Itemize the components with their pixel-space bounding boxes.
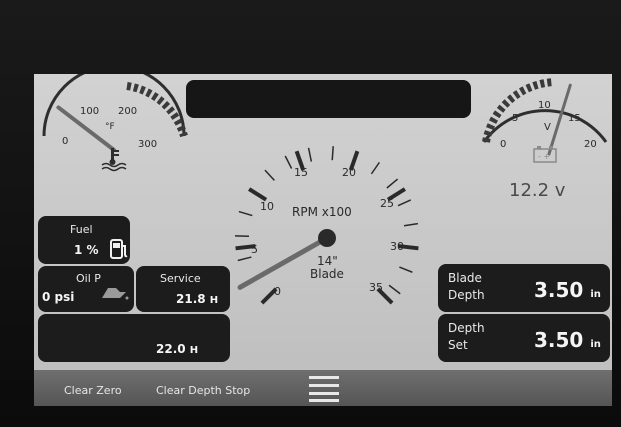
volt-tick-5: 5 [512,113,518,124]
rpm-minor-tick [386,178,399,189]
hours-panel: 22.0 H [38,314,230,362]
service-panel: Service 21.8 H [136,266,230,312]
depth-set-panel[interactable]: Depth Set 3.50 in [438,314,610,362]
oil-can-icon [102,288,129,300]
blade-depth-label-1: Blade [448,271,482,285]
coolant-temp-icon [101,148,127,172]
oil-pressure-value: 0 psi [42,290,75,304]
soft-key-bar: Clear Zero Clear Depth Stop [34,370,612,406]
rpm-minor-tick [388,284,401,295]
volt-tick-20: 20 [584,139,597,150]
rpm-tick-5: 5 [251,243,258,256]
temp-tick-200: 200 [118,106,137,117]
volt-tick-10: 10 [538,100,551,111]
rpm-minor-tick [331,146,334,161]
fuel-value: 1 % [74,243,99,257]
rpm-tick-25: 25 [380,197,394,210]
depth-set-label-1: Depth [448,321,485,335]
temp-tick-100: 100 [80,106,99,117]
menu-icon[interactable] [309,374,339,402]
clear-depth-stop-button[interactable]: Clear Depth Stop [156,384,250,397]
rpm-tick-10: 10 [260,200,274,213]
volt-tick-15: 15 [568,113,581,124]
rpm-tick-0: 0 [274,285,281,298]
display-screen: 0 100 200 300 °F 0 5 10 15 20 V - + 0 5 … [34,74,612,406]
rpm-minor-tick [370,161,381,175]
fuel-label: Fuel [70,223,93,236]
rpm-minor-tick [237,256,252,262]
rpm-tick-15: 15 [294,166,308,179]
rpm-tick-20: 20 [342,166,356,179]
rpm-label: RPM x100 [292,205,352,219]
clear-zero-button[interactable]: Clear Zero [64,384,122,397]
rpm-minor-tick [284,155,293,169]
rpm-minor-tick [397,199,412,207]
blade-depth-panel: Blade Depth 3.50 in [438,264,610,312]
blade-depth-label-2: Depth [448,288,485,302]
service-label: Service [160,272,201,285]
rpm-minor-tick [399,266,413,273]
rpm-minor-tick [238,210,253,217]
service-value: 21.8 H [176,292,219,306]
battery-icon: - + [533,146,557,163]
depth-set-value: 3.50 in [534,328,601,352]
temp-unit: °F [105,122,115,132]
fuel-pump-icon [110,239,128,259]
svg-text:- +: - + [538,152,550,161]
blade-depth-value: 3.50 in [534,278,601,302]
rpm-minor-tick [264,169,275,181]
rpm-minor-tick [403,222,418,227]
temp-tick-0: 0 [62,136,68,147]
message-bar [186,80,471,118]
temp-tick-300: 300 [138,139,157,150]
oil-pressure-panel: Oil P 0 psi [38,266,134,312]
voltage-readout: 12.2 v [509,180,566,201]
rpm-hub [318,229,336,247]
volt-tick-0: 0 [500,139,506,150]
rpm-minor-tick [307,147,313,162]
rpm-tick-35: 35 [369,281,383,294]
rpm-gauge: 0 5 10 15 20 25 30 35 RPM x100 14" Blade [235,146,419,305]
temperature-gauge: 0 100 200 300 °F [42,74,188,172]
blade-sub-label: Blade [310,267,344,281]
rpm-major-tick [248,187,268,202]
hours-value: 22.0 H [156,342,199,356]
depth-set-label-2: Set [448,338,468,352]
volt-unit: V [544,122,551,133]
fuel-panel: Fuel 1 % [38,216,130,264]
voltage-gauge: 0 5 10 15 20 V - + [482,78,608,163]
rpm-tick-30: 30 [390,240,404,253]
blade-sub-value: 14" [317,254,338,268]
